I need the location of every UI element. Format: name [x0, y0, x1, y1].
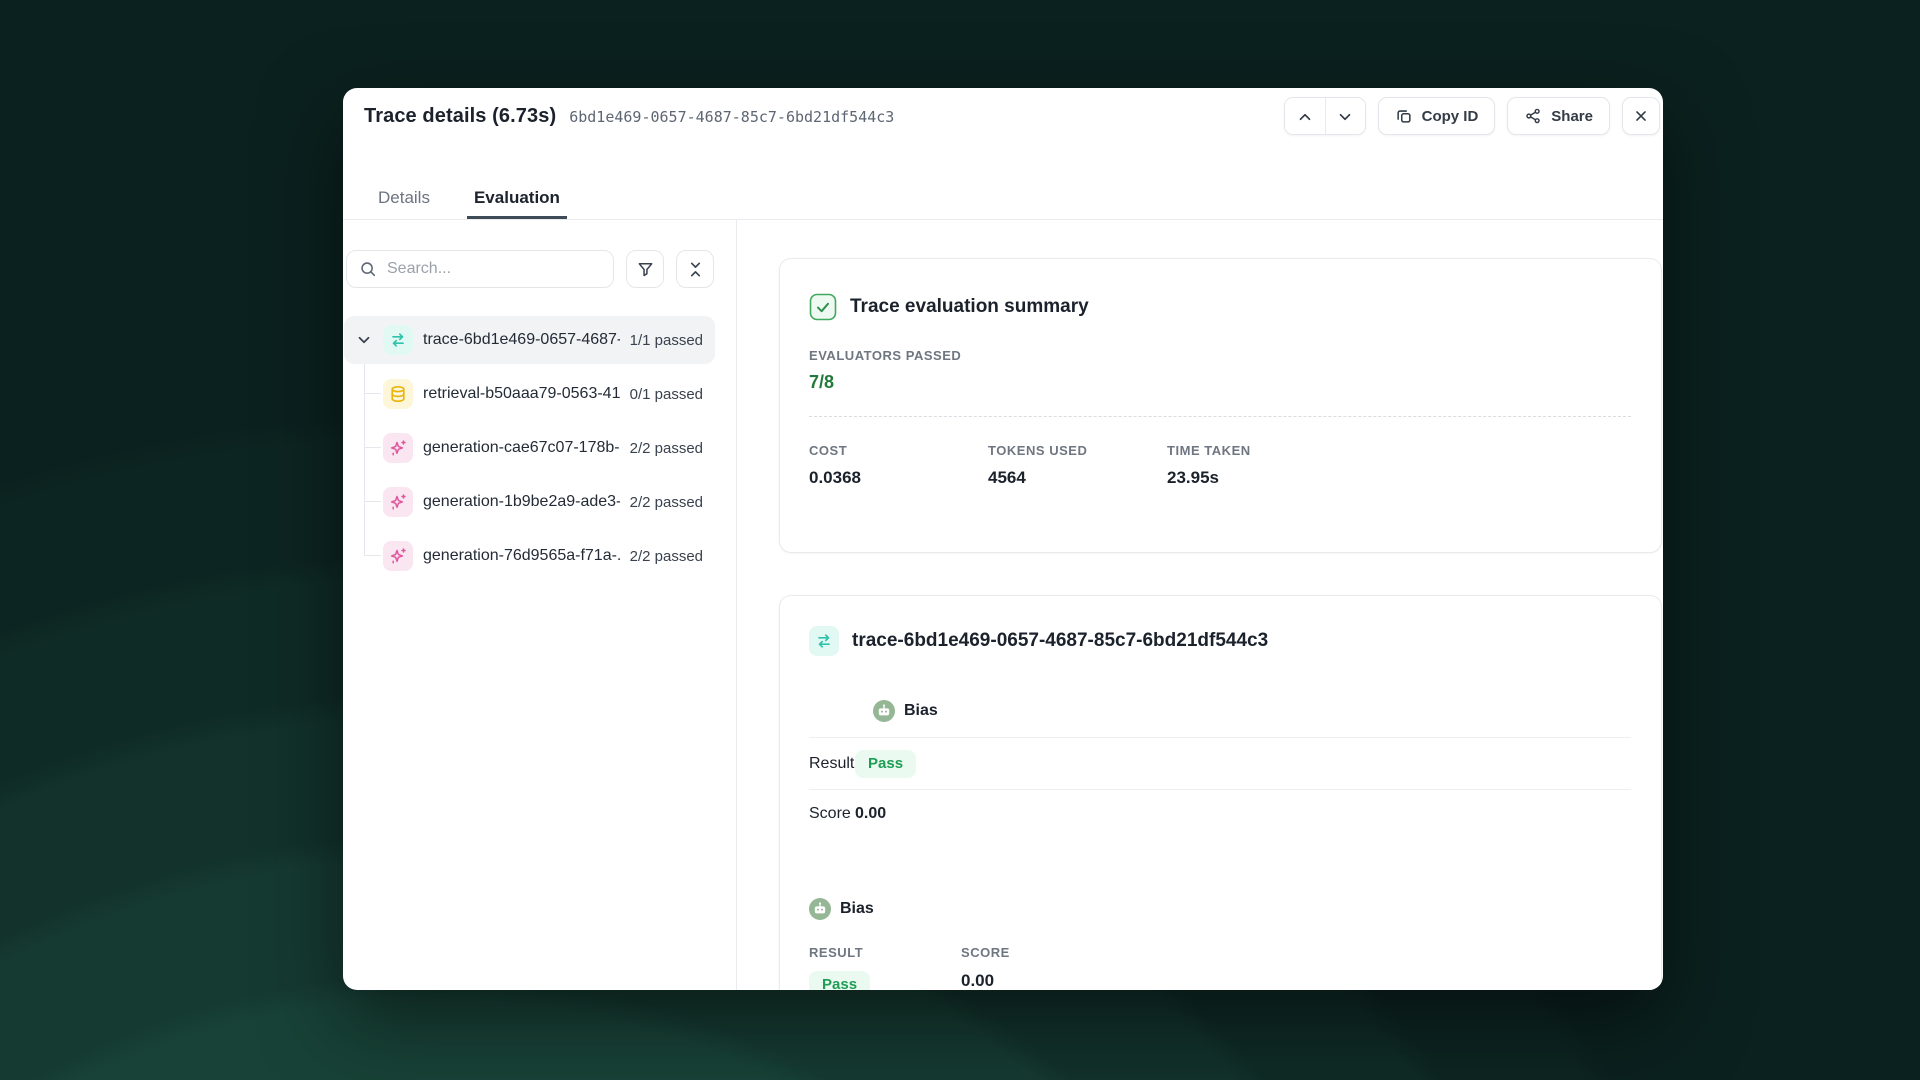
score-value: 0.00 [855, 805, 886, 823]
tree-node-label: trace-6bd1e469-0657-4687-... [423, 331, 620, 349]
tree-node-pass-count: 0/1 passed [620, 386, 703, 403]
tokens-used-label: TOKENS USED [988, 443, 1167, 458]
close-button[interactable] [1622, 97, 1660, 135]
result-label: Result [809, 755, 855, 773]
tree-row-generation[interactable]: generation-1b9be2a9-ade3-... 2/2 passed [344, 478, 715, 526]
chevron-down-icon [1336, 108, 1354, 126]
chevron-down-icon[interactable] [354, 330, 374, 350]
score-column-header: SCORE [961, 945, 1631, 960]
tree-row-retrieval[interactable]: retrieval-b50aaa79-0563-41... 0/1 passed [344, 370, 715, 418]
sparkles-icon [383, 541, 413, 571]
tree-node-label: generation-cae67c07-178b-... [423, 439, 620, 457]
trace-card-title: trace-6bd1e469-0657-4687-85c7-6bd21df544… [852, 630, 1268, 652]
cost-value: 0.0368 [809, 468, 988, 488]
trace-tree-panel: trace-6bd1e469-0657-4687-... 1/1 passed … [343, 220, 737, 990]
share-label: Share [1551, 108, 1593, 125]
tree-node-pass-count: 2/2 passed [620, 494, 703, 511]
tree-row-generation[interactable]: generation-cae67c07-178b-... 2/2 passed [344, 424, 715, 472]
evaluator-robot-icon [873, 700, 895, 722]
trace-nav-group [1284, 97, 1366, 135]
evaluators-passed-label: EVALUATORS PASSED [809, 348, 1631, 363]
close-icon [1632, 107, 1650, 125]
modal-title: Trace details (6.73s) [364, 105, 556, 128]
evaluator-name: Bias [840, 900, 874, 918]
time-taken-label: TIME TAKEN [1167, 443, 1346, 458]
checkbox-check-icon [809, 293, 837, 321]
tab-evaluation[interactable]: Evaluation [467, 178, 567, 219]
sparkles-icon [383, 433, 413, 463]
tree-node-pass-count: 2/2 passed [620, 548, 703, 565]
time-taken-value: 23.95s [1167, 468, 1346, 488]
evaluators-passed-value: 7/8 [809, 372, 1631, 393]
evaluation-panel: Trace evaluation summary EVALUATORS PASS… [737, 220, 1663, 990]
evaluator-robot-icon [809, 898, 831, 920]
tab-details[interactable]: Details [371, 178, 437, 219]
next-trace-button[interactable] [1325, 98, 1365, 135]
search-box [346, 250, 614, 288]
score-label: Score [809, 805, 855, 823]
tree-node-label: generation-1b9be2a9-ade3-... [423, 493, 620, 511]
trace-details-modal: Trace details (6.73s) 6bd1e469-0657-4687… [343, 88, 1663, 990]
copy-icon [1395, 107, 1413, 125]
tree-node-label: generation-76d9565a-f71a-... [423, 547, 620, 565]
result-pass-badge: Pass [855, 750, 916, 778]
result-pass-badge: Pass [809, 971, 870, 990]
modal-header: Trace details (6.73s) 6bd1e469-0657-4687… [343, 88, 1663, 178]
share-button[interactable]: Share [1507, 97, 1610, 135]
tree-row-generation[interactable]: generation-76d9565a-f71a-... 2/2 passed [344, 532, 715, 580]
copy-id-label: Copy ID [1422, 108, 1479, 125]
filter-funnel-icon [636, 260, 655, 279]
tree-node-label: retrieval-b50aaa79-0563-41... [423, 385, 620, 403]
previous-trace-button[interactable] [1285, 98, 1325, 135]
trace-tree: trace-6bd1e469-0657-4687-... 1/1 passed … [344, 316, 715, 580]
evaluator-name: Bias [904, 702, 938, 720]
swap-arrows-icon [383, 325, 413, 355]
share-icon [1524, 107, 1542, 125]
copy-id-button[interactable]: Copy ID [1378, 97, 1496, 135]
result-column-header: RESULT [809, 945, 961, 960]
tree-node-pass-count: 2/2 passed [620, 440, 703, 457]
trace-evaluation-summary-card: Trace evaluation summary EVALUATORS PASS… [779, 258, 1662, 553]
search-icon [359, 260, 377, 278]
sparkles-icon [383, 487, 413, 517]
swap-arrows-icon [809, 626, 839, 656]
collapse-all-button[interactable] [676, 250, 714, 288]
database-icon [383, 379, 413, 409]
tokens-used-value: 4564 [988, 468, 1167, 488]
collapse-vertical-icon [686, 260, 705, 279]
search-input[interactable] [387, 260, 601, 278]
tree-node-pass-count: 1/1 passed [620, 332, 703, 349]
trace-id: 6bd1e469-0657-4687-85c7-6bd21df544c3 [569, 108, 894, 126]
cost-label: COST [809, 443, 988, 458]
chevron-up-icon [1296, 108, 1314, 126]
filter-button[interactable] [626, 250, 664, 288]
tree-row-trace[interactable]: trace-6bd1e469-0657-4687-... 1/1 passed [344, 316, 715, 364]
tab-bar: Details Evaluation [343, 178, 1663, 220]
divider [809, 416, 1631, 417]
summary-card-title: Trace evaluation summary [850, 296, 1089, 318]
score-value: 0.00 [961, 971, 1631, 990]
trace-evaluation-card: trace-6bd1e469-0657-4687-85c7-6bd21df544… [779, 595, 1662, 990]
